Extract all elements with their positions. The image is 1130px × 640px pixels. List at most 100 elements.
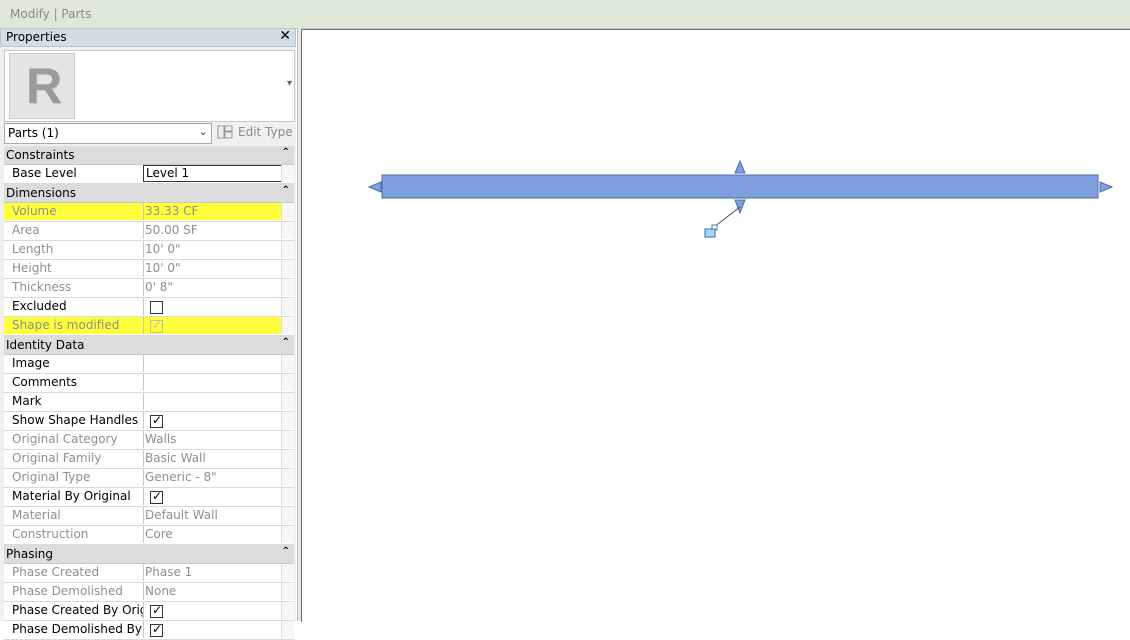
- revit-logo: R: [9, 53, 75, 119]
- property-name: Original Family: [4, 450, 144, 467]
- type-preview[interactable]: R ▾: [4, 50, 295, 122]
- row-image: Image: [4, 355, 294, 374]
- row-phase-demolished: Phase Demolished None: [4, 583, 294, 602]
- row-phase-created-by-original: Phase Created By Origi... ✓: [4, 602, 294, 621]
- properties-header: Properties ✕: [0, 28, 296, 47]
- close-icon[interactable]: ✕: [279, 28, 291, 44]
- bottom-shape-handle-icon[interactable]: [734, 199, 746, 215]
- phase-demolished-by-original-checkbox[interactable]: ✓: [150, 622, 163, 637]
- right-shape-handle-icon[interactable]: [1099, 181, 1114, 193]
- shape-modified-checkbox: ✓: [150, 318, 163, 333]
- property-value: [144, 317, 281, 334]
- row-gutter: [281, 583, 294, 600]
- image-field[interactable]: [144, 355, 281, 372]
- property-name: Material: [4, 507, 144, 524]
- row-mark: Mark: [4, 393, 294, 412]
- comments-field[interactable]: [144, 374, 281, 391]
- row-original-type: Original Type Generic - 8": [4, 469, 294, 488]
- collapse-up-icon[interactable]: ⌃: [282, 546, 290, 557]
- checkmark-icon: ✓: [152, 413, 163, 427]
- checkmark-icon: ✓: [152, 318, 163, 332]
- controls-handle-icon[interactable]: [704, 228, 716, 238]
- phase-created-by-original-checkbox[interactable]: ✓: [150, 603, 163, 618]
- property-name: Length: [4, 241, 144, 258]
- row-construction: Construction Core: [4, 526, 294, 545]
- collapse-up-icon[interactable]: ⌃: [282, 337, 290, 348]
- left-shape-handle-icon[interactable]: [367, 181, 382, 193]
- show-shape-handles-checkbox[interactable]: ✓: [150, 413, 163, 428]
- top-shape-handle-icon[interactable]: [734, 159, 746, 174]
- property-value: Phase 1: [145, 565, 193, 579]
- row-gutter: [281, 298, 294, 315]
- collapse-up-icon[interactable]: ⌃: [282, 185, 290, 196]
- property-name: Comments: [4, 374, 144, 391]
- row-gutter: [281, 355, 294, 372]
- checkmark-icon: ✓: [152, 622, 163, 636]
- wall-part[interactable]: [381, 174, 1099, 199]
- checkmark-icon: ✓: [152, 603, 163, 617]
- property-name: Phase Demolished By ...: [4, 621, 144, 638]
- section-phasing[interactable]: Phasing ⌃: [4, 545, 294, 564]
- property-name: Mark: [4, 393, 144, 410]
- row-gutter: [281, 564, 294, 581]
- row-original-family: Original Family Basic Wall: [4, 450, 294, 469]
- property-value: 0' 8": [145, 280, 173, 294]
- row-original-category: Original Category Walls: [4, 431, 294, 450]
- row-gutter: [281, 602, 294, 619]
- row-gutter: [281, 450, 294, 467]
- row-excluded: Excluded: [4, 298, 294, 317]
- row-gutter: [281, 317, 294, 334]
- checkmark-icon: ✓: [152, 489, 163, 503]
- properties-grid: Constraints ⌃ Base Level Level 1 Dimensi…: [4, 146, 294, 640]
- row-gutter: [281, 222, 294, 239]
- section-title: Constraints: [6, 148, 75, 162]
- property-value: 33.33 CF: [144, 203, 281, 220]
- property-name: Phase Created: [4, 564, 144, 581]
- property-value: Core: [145, 527, 173, 541]
- property-value: None: [145, 584, 177, 598]
- row-shape-modified: Shape is modified ✓: [4, 317, 294, 336]
- row-gutter: [281, 488, 294, 505]
- property-name: Height: [4, 260, 144, 277]
- collapse-up-icon[interactable]: ⌃: [282, 147, 290, 158]
- drawing-canvas[interactable]: [301, 29, 1130, 622]
- chevron-down-icon[interactable]: ⌄: [199, 125, 208, 138]
- preview-dropdown-icon[interactable]: ▾: [287, 78, 292, 89]
- base-level-field[interactable]: Level 1: [143, 165, 284, 182]
- row-length: Length 10' 0": [4, 241, 294, 260]
- section-identity-data[interactable]: Identity Data ⌃: [4, 336, 294, 355]
- property-name: Excluded: [4, 298, 144, 315]
- section-constraints[interactable]: Constraints ⌃: [4, 146, 294, 165]
- view-drawing: [367, 159, 1114, 238]
- row-gutter: [281, 241, 294, 258]
- properties-title: Properties: [6, 30, 67, 44]
- excluded-checkbox[interactable]: [150, 301, 163, 314]
- row-comments: Comments: [4, 374, 294, 393]
- property-name: Thickness: [4, 279, 144, 296]
- row-gutter: [281, 412, 294, 429]
- property-name: Construction: [4, 526, 144, 543]
- leader-line: [713, 206, 741, 228]
- edit-type-icon: [217, 125, 233, 139]
- edit-type-label: Edit Type: [238, 125, 293, 139]
- property-value: 10' 0": [145, 261, 181, 275]
- section-dimensions[interactable]: Dimensions ⌃: [4, 184, 294, 203]
- material-by-original-checkbox[interactable]: ✓: [150, 489, 163, 504]
- edit-type-button[interactable]: Edit Type: [217, 123, 293, 142]
- row-volume: Volume 33.33 CF: [4, 203, 294, 222]
- row-gutter: [281, 431, 294, 448]
- revit-logo-letter: R: [26, 58, 63, 114]
- mark-field[interactable]: [144, 393, 281, 410]
- row-gutter: [281, 393, 294, 410]
- row-gutter: [281, 469, 294, 486]
- property-name: Original Category: [4, 431, 144, 448]
- property-name: Material By Original: [4, 488, 144, 505]
- row-base-level: Base Level Level 1: [4, 165, 294, 184]
- type-selector[interactable]: Parts (1) ⌄: [4, 123, 212, 144]
- ribbon-bar: Modify | Parts: [0, 0, 1130, 29]
- property-value: Walls: [145, 432, 177, 446]
- row-height: Height 10' 0": [4, 260, 294, 279]
- property-value: Default Wall: [145, 508, 218, 522]
- context-tab-title[interactable]: Modify | Parts: [10, 7, 91, 21]
- section-title: Identity Data: [6, 338, 85, 352]
